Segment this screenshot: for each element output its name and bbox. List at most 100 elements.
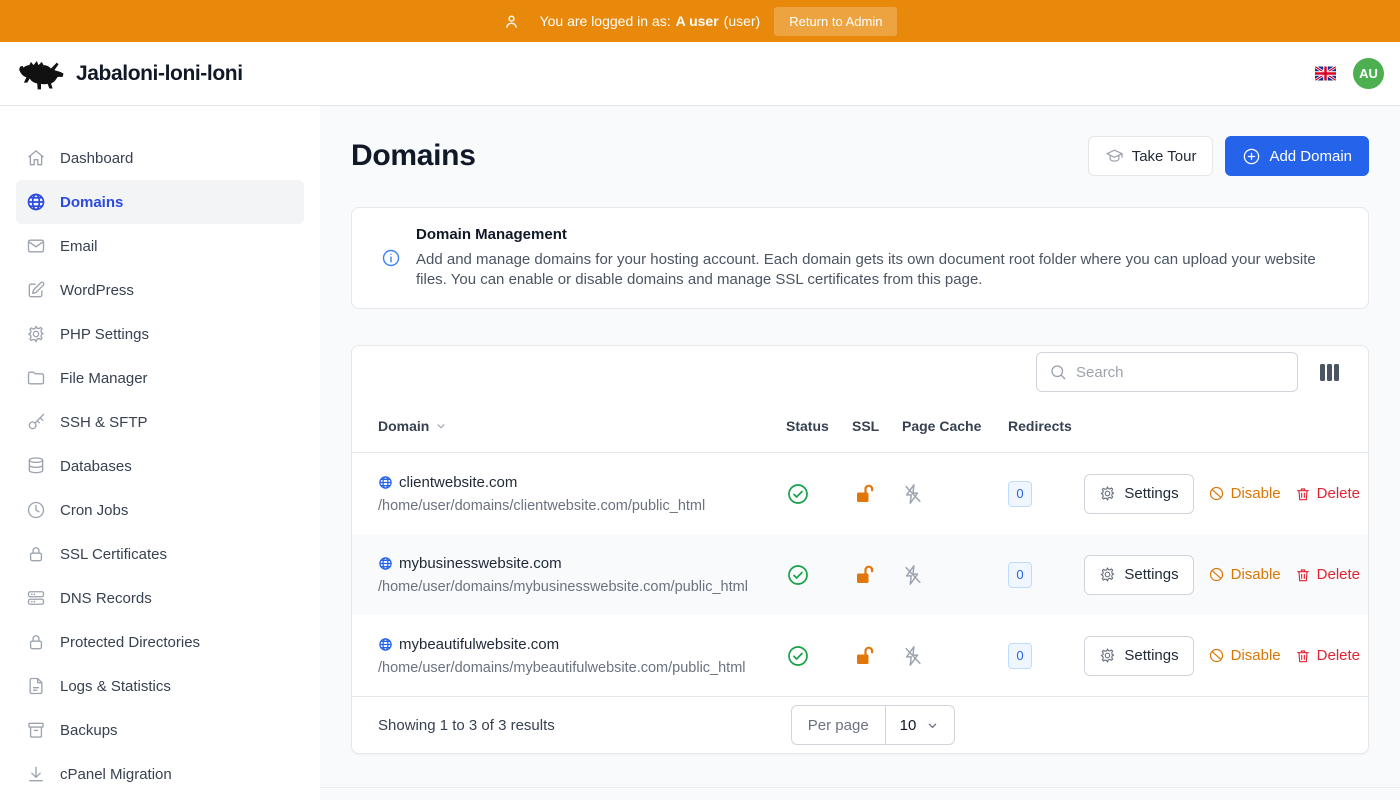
app-header: Jabaloni-loni-loni AU	[0, 42, 1400, 106]
sidebar-item-cpanel-migration[interactable]: cPanel Migration	[16, 752, 304, 796]
disable-button[interactable]: Disable	[1208, 566, 1281, 583]
settings-button[interactable]: Settings	[1084, 555, 1193, 595]
globe-icon	[378, 475, 393, 490]
brand-title: Jabaloni-loni-loni	[76, 62, 243, 86]
page-cache-off-icon[interactable]	[902, 483, 1008, 505]
table-row: mybusinesswebsite.com /home/user/domains…	[352, 534, 1368, 615]
gear-icon	[1099, 647, 1116, 664]
ssl-unlocked-icon[interactable]	[852, 482, 902, 506]
sidebar-item-protected-directories[interactable]: Protected Directories	[16, 620, 304, 664]
sidebar-item-cron-jobs[interactable]: Cron Jobs	[16, 488, 304, 532]
page-actions: Take Tour Add Domain	[1088, 136, 1369, 176]
sidebar-item-label: PHP Settings	[60, 326, 149, 343]
language-flag-icon[interactable]	[1315, 66, 1336, 81]
domain-name[interactable]: mybusinesswebsite.com	[378, 555, 786, 572]
delete-button[interactable]: Delete	[1295, 566, 1360, 583]
per-page-label: Per page	[792, 706, 886, 744]
sidebar-item-dns-records[interactable]: DNS Records	[16, 576, 304, 620]
globe-icon	[378, 637, 393, 652]
sidebar-item-logs-statistics[interactable]: Logs & Statistics	[16, 664, 304, 708]
domain-name[interactable]: mybeautifulwebsite.com	[378, 636, 786, 653]
archive-box-icon	[26, 720, 46, 740]
boar-logo-icon	[16, 55, 66, 92]
sidebar-item-email[interactable]: Email	[16, 224, 304, 268]
banner-message: You are logged in as: A user (user)	[540, 13, 761, 29]
document-root-path: /home/user/domains/clientwebsite.com/pub…	[378, 498, 786, 514]
disable-button[interactable]: Disable	[1208, 485, 1281, 502]
column-header-ssl: SSL	[852, 418, 902, 434]
take-tour-label: Take Tour	[1132, 148, 1197, 165]
main-content: Domains Take Tour Add Domain Domain Mana…	[320, 106, 1400, 800]
trash-icon	[1295, 567, 1311, 583]
search-box	[1036, 352, 1298, 392]
globe-icon	[26, 192, 46, 212]
table-toolbar	[352, 346, 1368, 399]
settings-button[interactable]: Settings	[1084, 474, 1193, 514]
key-icon	[26, 412, 46, 432]
info-text: Domain Management Add and manage domains…	[416, 226, 1324, 290]
per-page-value: 10	[900, 717, 917, 734]
chevron-down-icon	[434, 419, 448, 433]
sidebar-item-ssh-sftp[interactable]: SSH & SFTP	[16, 400, 304, 444]
return-to-admin-button[interactable]: Return to Admin	[774, 7, 897, 36]
add-domain-button[interactable]: Add Domain	[1225, 136, 1369, 176]
gear-icon	[1099, 485, 1116, 502]
clock-icon	[26, 500, 46, 520]
settings-button[interactable]: Settings	[1084, 636, 1193, 676]
sidebar-item-backups[interactable]: Backups	[16, 708, 304, 752]
column-toggle-button[interactable]	[1316, 360, 1343, 385]
delete-button[interactable]: Delete	[1295, 485, 1360, 502]
ban-icon	[1208, 647, 1225, 664]
sidebar-item-label: WordPress	[60, 282, 134, 299]
brand-logo-link[interactable]: Jabaloni-loni-loni	[16, 55, 243, 92]
sidebar: Dashboard Domains Email WordPress PHP Se…	[0, 106, 320, 800]
status-enabled-icon	[786, 482, 852, 506]
per-page-select[interactable]: 10	[886, 706, 955, 744]
disable-button[interactable]: Disable	[1208, 647, 1281, 664]
domain-name[interactable]: clientwebsite.com	[378, 474, 786, 491]
pencil-square-icon	[26, 280, 46, 300]
sidebar-item-label: Dashboard	[60, 150, 133, 167]
column-header-page-cache: Page Cache	[902, 418, 1008, 434]
document-root-path: /home/user/domains/mybeautifulwebsite.co…	[378, 660, 786, 676]
columns-icon	[1320, 364, 1325, 381]
sidebar-item-php-settings[interactable]: PHP Settings	[16, 312, 304, 356]
domain-sort-control[interactable]: Domain	[378, 418, 448, 434]
redirects-count-badge[interactable]: 0	[1008, 643, 1032, 669]
redirects-count-badge[interactable]: 0	[1008, 481, 1032, 507]
sidebar-item-domains[interactable]: Domains	[16, 180, 304, 224]
user-avatar[interactable]: AU	[1353, 58, 1384, 89]
add-domain-label: Add Domain	[1269, 148, 1352, 165]
sidebar-item-label: Databases	[60, 458, 132, 475]
results-summary: Showing 1 to 3 of 3 results	[378, 717, 555, 734]
user-icon	[503, 13, 520, 30]
domain-management-info-card: Domain Management Add and manage domains…	[351, 207, 1369, 309]
plus-circle-icon	[1242, 147, 1261, 166]
graduation-cap-icon	[1105, 147, 1124, 166]
sidebar-item-label: Cron Jobs	[60, 502, 128, 519]
delete-button[interactable]: Delete	[1295, 647, 1360, 664]
sidebar-item-label: SSL Certificates	[60, 546, 167, 563]
sidebar-item-databases[interactable]: Databases	[16, 444, 304, 488]
ssl-unlocked-icon[interactable]	[852, 644, 902, 668]
page-cache-off-icon[interactable]	[902, 564, 1008, 586]
column-header-domain: Domain	[352, 418, 786, 434]
ssl-unlocked-icon[interactable]	[852, 563, 902, 587]
impersonation-banner: You are logged in as: A user (user) Retu…	[0, 0, 1400, 42]
sidebar-item-label: SSH & SFTP	[60, 414, 148, 431]
sidebar-item-ssl-certificates[interactable]: SSL Certificates	[16, 532, 304, 576]
status-enabled-icon	[786, 563, 852, 587]
sidebar-item-file-manager[interactable]: File Manager	[16, 356, 304, 400]
sidebar-item-label: Protected Directories	[60, 634, 200, 651]
sidebar-item-label: Domains	[60, 194, 123, 211]
download-icon	[26, 764, 46, 784]
column-header-redirects: Redirects	[1008, 418, 1096, 434]
redirects-count-badge[interactable]: 0	[1008, 562, 1032, 588]
sidebar-item-dashboard[interactable]: Dashboard	[16, 136, 304, 180]
sidebar-item-wordpress[interactable]: WordPress	[16, 268, 304, 312]
take-tour-button[interactable]: Take Tour	[1088, 136, 1214, 176]
sidebar-item-label: DNS Records	[60, 590, 152, 607]
search-input[interactable]	[1076, 364, 1285, 381]
ban-icon	[1208, 485, 1225, 502]
page-cache-off-icon[interactable]	[902, 645, 1008, 667]
